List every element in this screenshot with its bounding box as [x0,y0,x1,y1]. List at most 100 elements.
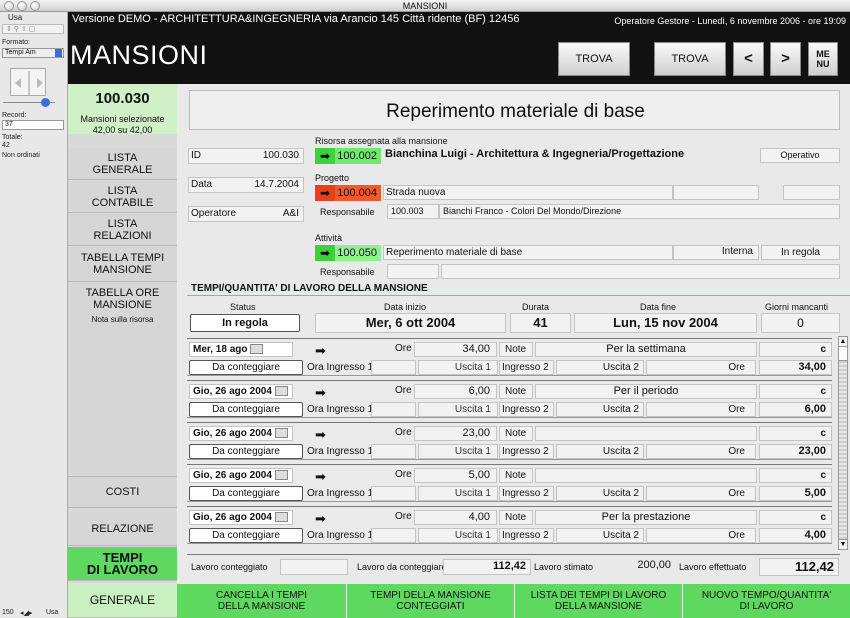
delete-times-button[interactable]: CANCELLA I TEMPI DELLA MANSIONE [177,584,346,618]
ore2-label[interactable]: Ore [646,486,756,501]
entry-ore[interactable]: 5,00 [414,468,497,483]
ingresso2-label[interactable]: Ingresso 2 [499,360,554,375]
progetto-goto-arrow-icon[interactable]: ➡ [315,185,335,201]
record-field[interactable]: 37 [2,120,64,130]
ore2-label[interactable]: Ore [646,528,756,543]
id-field[interactable]: ID 100.030 [188,148,304,164]
goto-arrow-icon[interactable]: ➡ [315,511,326,527]
nav-tabella-ore[interactable]: TABELLA ORE MANSIONE [68,283,177,315]
nav-tempi-di-lavoro[interactable]: TEMPI DI LAVORO [68,547,177,581]
scroll-down-icon[interactable]: ▼ [839,539,847,549]
status-button[interactable]: In regola [190,314,300,332]
nav-relazione[interactable]: RELAZIONE [68,512,177,546]
calendar-icon[interactable] [274,512,288,523]
uscita2-label[interactable]: Uscita 2 [556,444,644,459]
ingresso1-field[interactable] [371,486,416,501]
entry-date[interactable]: Gio, 26 ago 2004 [189,510,293,525]
uscita2-label[interactable]: Uscita 2 [556,402,644,417]
nav-generale[interactable]: GENERALE [68,583,177,618]
mode-tools-icon[interactable]: ⇕⚲⇧▢ [2,24,64,34]
goto-arrow-icon[interactable]: ➡ [315,427,326,443]
goto-arrow-icon[interactable]: ➡ [315,469,326,485]
operator-field[interactable]: Operatore A&I [188,206,304,222]
ingresso1-field[interactable] [371,528,416,543]
entry-date[interactable]: Gio, 26 ago 2004 [189,384,293,399]
risorsa-status: Operativo [760,148,840,163]
uscita1-label[interactable]: Uscita 1 [418,402,498,417]
uscita1-label[interactable]: Uscita 1 [418,360,498,375]
entry-note[interactable] [535,426,757,441]
entry-c[interactable]: c [759,510,832,525]
uscita1-label[interactable]: Uscita 1 [418,486,498,501]
next-record-button[interactable]: > [770,42,801,76]
nav-lista-relazioni[interactable]: LISTA RELAZIONI [68,214,177,246]
nav-costi[interactable]: COSTI [68,476,177,508]
entry-c[interactable]: c [759,426,832,441]
ingresso1-field[interactable] [371,402,416,417]
times-list-button[interactable]: LISTA DEI TEMPI DI LAVORO DELLA MANSIONE [515,584,682,618]
nav-tabella-tempi[interactable]: TABELLA TEMPI MANSIONE [68,247,177,282]
uscita1-label[interactable]: Uscita 1 [418,444,498,459]
scroll-thumb[interactable] [839,347,847,361]
ingresso1-field[interactable] [371,360,416,375]
entry-c[interactable]: c [759,342,832,357]
count-status-button[interactable]: Da conteggiare [189,486,303,501]
record-slider[interactable] [3,98,55,107]
ingresso2-label[interactable]: Ingresso 2 [499,444,554,459]
goto-arrow-icon[interactable]: ➡ [315,385,326,401]
ingresso1-field[interactable] [371,444,416,459]
close-window-icon[interactable] [4,1,14,11]
ore2-label[interactable]: Ore [646,402,756,417]
uscita2-label[interactable]: Uscita 2 [556,528,644,543]
entries-scrollbar[interactable]: ▲ ▼ [838,336,848,550]
zoom-level[interactable]: 150 [2,609,14,616]
ingresso2-label[interactable]: Ingresso 2 [499,528,554,543]
entry-ore[interactable]: 23,00 [414,426,497,441]
count-status-button[interactable]: Da conteggiare [189,528,303,543]
attivita-goto-arrow-icon[interactable]: ➡ [315,245,335,261]
entry-ore[interactable]: 4,00 [414,510,497,525]
nav-lista-generale[interactable]: LISTA GENERALE [68,148,177,180]
goto-arrow-icon[interactable]: ➡ [315,343,326,359]
new-time-button[interactable]: NUOVO TEMPO/QUANTITA' DI LAVORO [683,584,850,618]
uscita1-label[interactable]: Uscita 1 [418,528,498,543]
date-field[interactable]: Data 14.7.2004 [188,177,304,193]
book-navigator-icon[interactable] [10,68,46,96]
ore2-label[interactable]: Ore [646,444,756,459]
entry-date[interactable]: Mer, 18 ago [189,342,293,357]
entry-date[interactable]: Gio, 26 ago 2004 [189,468,293,483]
zoom-window-icon[interactable] [30,1,40,11]
entry-c[interactable]: c [759,384,832,399]
zoom-controls-icon[interactable]: ◂◢▸ [20,609,32,617]
minimize-window-icon[interactable] [17,1,27,11]
risorsa-goto-arrow-icon[interactable]: ➡ [315,148,335,164]
find-button[interactable]: TROVA [654,42,726,76]
count-status-button[interactable]: Da conteggiare [189,402,303,417]
calendar-icon[interactable] [274,470,288,481]
entry-ore[interactable]: 6,00 [414,384,497,399]
calendar-icon[interactable] [274,428,288,439]
entry-c[interactable]: c [759,468,832,483]
prev-record-button[interactable]: < [733,42,764,76]
entry-ore[interactable]: 34,00 [414,342,497,357]
calendar-icon[interactable] [250,344,264,355]
count-status-button[interactable]: Da conteggiare [189,444,303,459]
ingresso2-label[interactable]: Ingresso 2 [499,486,554,501]
ingresso2-label[interactable]: Ingresso 2 [499,402,554,417]
scroll-up-icon[interactable]: ▲ [839,337,847,347]
entry-note[interactable] [535,468,757,483]
ore2-label[interactable]: Ore [646,360,756,375]
count-status-button[interactable]: Da conteggiare [189,360,303,375]
counted-times-button[interactable]: TEMPI DELLA MANSIONE CONTEGGIATI [347,584,514,618]
uscita2-label[interactable]: Uscita 2 [556,360,644,375]
entry-note[interactable]: Per la prestazione [535,510,757,525]
uscita2-label[interactable]: Uscita 2 [556,486,644,501]
calendar-icon[interactable] [274,386,288,397]
menu-button[interactable]: ME NU [808,42,838,76]
layout-selector[interactable]: Tempi Am [2,48,64,58]
find-all-button[interactable]: TROVA TUTTI [558,42,630,97]
entry-date[interactable]: Gio, 26 ago 2004 [189,426,293,441]
entry-note[interactable]: Per il periodo [535,384,757,399]
entry-note[interactable]: Per la settimana [535,342,757,357]
nav-lista-contabile[interactable]: LISTA CONTABILE [68,181,177,213]
